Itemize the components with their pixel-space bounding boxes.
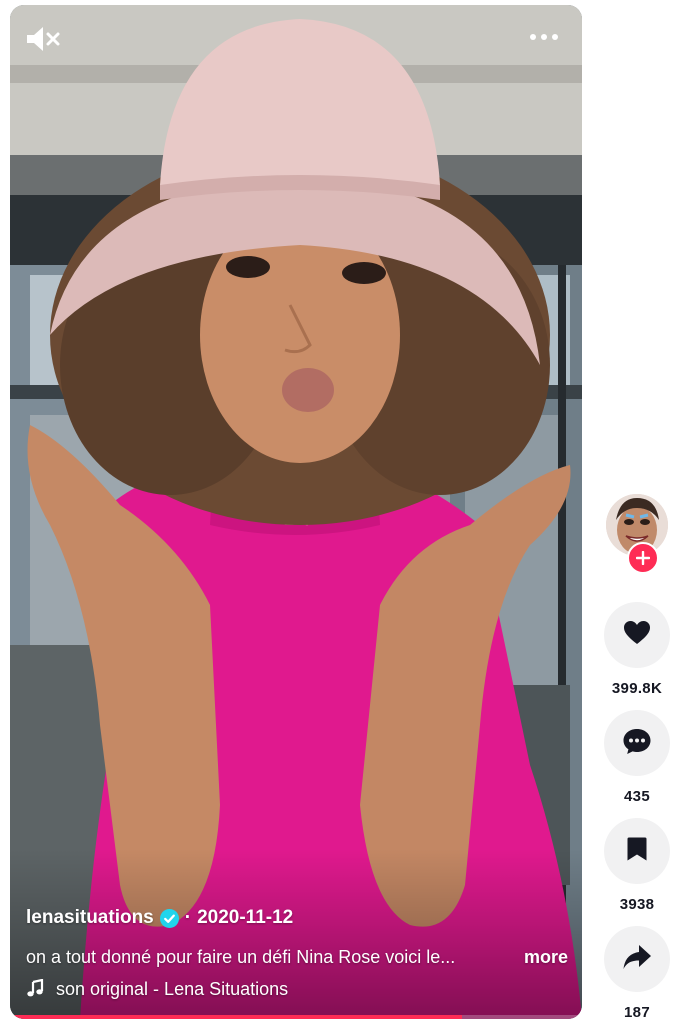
author-username[interactable]: lenasituations [26,907,154,929]
author-line: lenasituations · 2020-11-12 [26,905,568,931]
save-action: 3938 [604,818,670,913]
like-action: 399.8K [604,602,670,697]
top-controls [10,5,582,75]
video-player[interactable]: N [10,5,582,1019]
share-button[interactable] [604,926,670,992]
music-note-icon [26,979,46,999]
comment-count: 435 [624,788,650,805]
more-options-icon[interactable] [528,29,560,45]
comment-button[interactable] [604,710,670,776]
verified-badge-icon [159,908,179,928]
like-button[interactable] [604,602,670,668]
comment-action: 435 [604,710,670,805]
post-date: 2020-11-12 [197,907,294,928]
bookmark-icon [626,836,648,867]
follow-plus-icon[interactable] [627,542,659,574]
description-line: on a tout donné pour faire un défi Nina … [26,945,568,969]
save-button[interactable] [604,818,670,884]
playback-progress-bar[interactable] [10,1015,582,1019]
video-description: on a tout donné pour faire un défi Nina … [26,946,456,967]
music-title: son original - Lena Situations [56,978,289,999]
video-caption: lenasituations · 2020-11-12 on a tout do… [26,905,568,1001]
meta-separator: · [184,907,192,928]
more-button[interactable]: more [524,947,568,968]
comment-bubble-icon [622,727,652,760]
share-count: 187 [624,1004,650,1021]
music-line[interactable]: son original - Lena Situations [26,977,568,1001]
action-rail: 399.8K 435 3938 187 [598,0,678,1024]
share-arrow-icon [622,944,652,975]
playback-progress-fill [10,1015,462,1019]
share-action: 187 [604,926,670,1021]
tiktok-video-view: N [0,0,681,1024]
save-count: 3938 [619,896,655,913]
heart-icon [623,620,651,651]
creator-avatar-button[interactable] [606,494,668,574]
like-count: 399.8K [611,680,663,697]
speaker-muted-icon[interactable] [25,25,61,53]
